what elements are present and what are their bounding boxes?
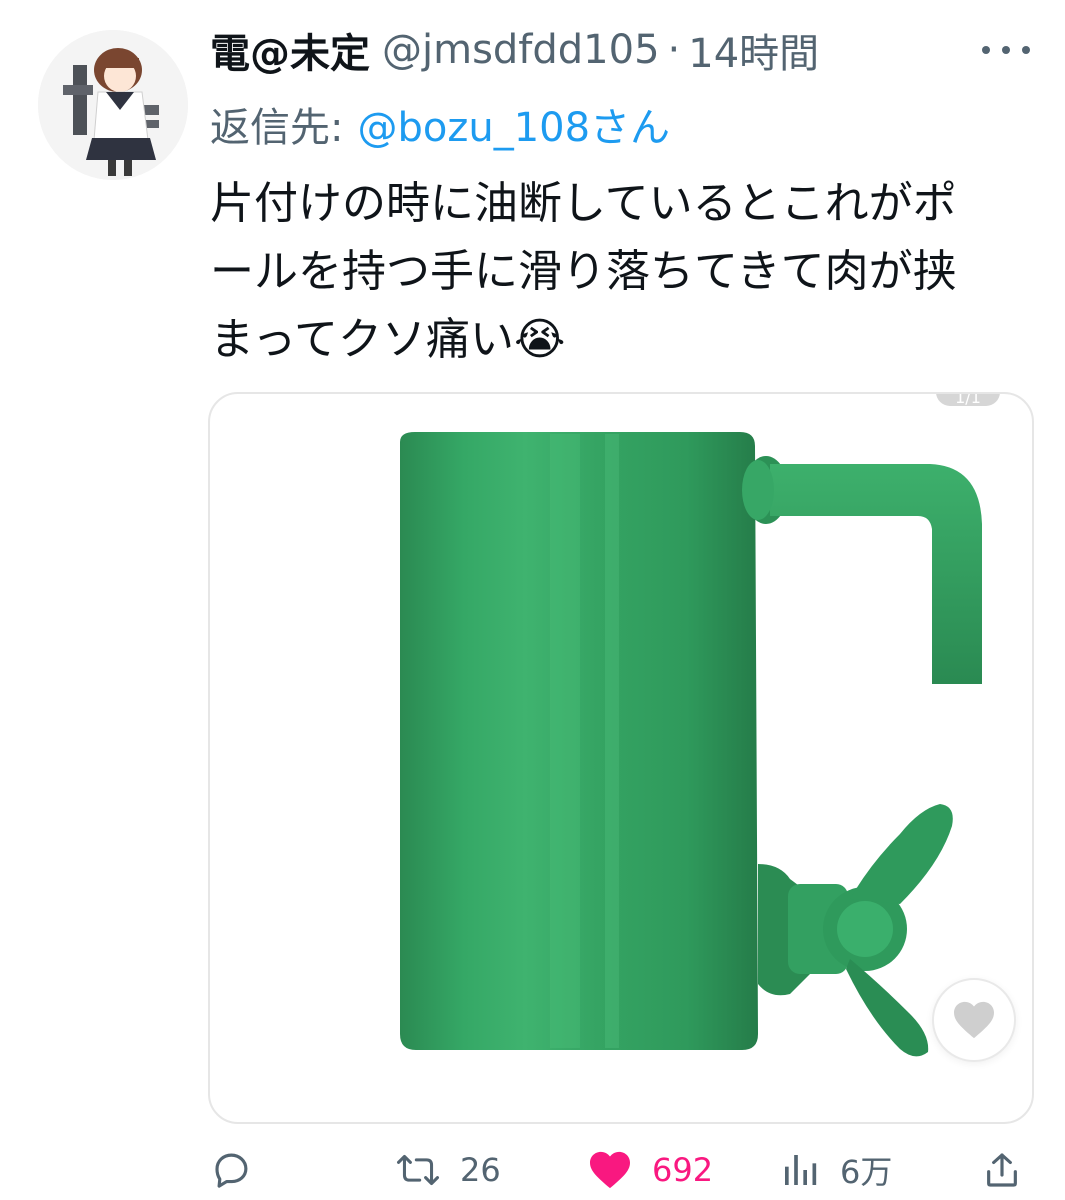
retweet-count: 26 — [460, 1151, 501, 1189]
views-button[interactable]: 6万 — [780, 1140, 892, 1200]
timestamp[interactable]: 14時間 — [688, 21, 819, 79]
avatar[interactable] — [38, 30, 188, 180]
display-name[interactable]: 電@未定 — [210, 21, 370, 79]
like-count: 692 — [652, 1151, 714, 1189]
share-icon — [982, 1149, 1022, 1191]
views-icon — [780, 1150, 820, 1190]
tweet: 電@未定 @jmsdfdd105 · 14時間 返信先: @bozu_108さん… — [0, 0, 1065, 1200]
media-card[interactable]: 1/1 — [208, 392, 1034, 1124]
tweet-text-line: ールを持つ手に滑り落ちてきて肉が挟 — [210, 246, 957, 297]
tweet-actions: 26 692 6万 — [210, 1140, 1030, 1200]
like-media-button[interactable] — [932, 978, 1016, 1062]
more-options-icon[interactable] — [982, 38, 1030, 62]
tweet-text-line: まってクソ痛い😭 — [210, 314, 566, 365]
tweet-text-line: 片付けの時に油断しているとこれがポ — [210, 178, 957, 229]
avatar-illustration — [38, 30, 188, 180]
reply-icon — [210, 1149, 252, 1191]
tweet-text: 片付けの時に油断しているとこれがポ ールを持つ手に滑り落ちてきて肉が挟 まってク… — [210, 170, 1040, 374]
reply-label: 返信先: — [210, 105, 344, 151]
retweet-button[interactable]: 26 — [396, 1140, 501, 1200]
share-button[interactable] — [982, 1140, 1022, 1200]
heart-icon — [954, 1001, 994, 1039]
separator-dot: · — [667, 27, 681, 73]
like-button[interactable]: 692 — [588, 1140, 713, 1200]
user-handle[interactable]: @jmsdfdd105 — [382, 27, 660, 73]
views-count: 6万 — [840, 1153, 893, 1191]
reply-button[interactable] — [210, 1140, 252, 1200]
reply-mention-link[interactable]: @bozu_108さん — [357, 95, 670, 153]
reply-context: 返信先: @bozu_108さん — [210, 94, 670, 154]
heart-icon — [588, 1150, 632, 1190]
tweet-header: 電@未定 @jmsdfdd105 · 14時間 — [210, 18, 1030, 82]
pipe-clamp-photo[interactable] — [210, 394, 1032, 1122]
retweet-icon — [396, 1149, 440, 1191]
